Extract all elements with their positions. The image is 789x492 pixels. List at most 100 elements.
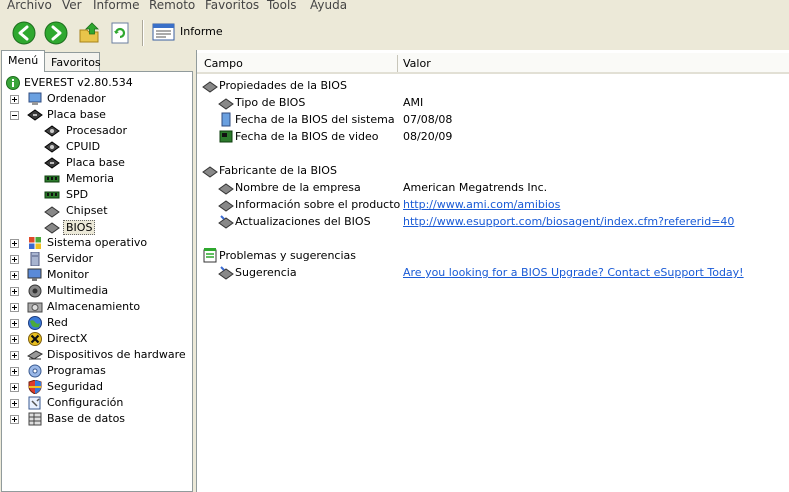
menu-tools[interactable]: Tools [267,0,297,12]
field-value: 07/08/08 [403,113,453,126]
tree-item-label: Chipset [66,204,108,217]
field-label: Sugerencia [235,266,297,279]
tree-item-label: Red [47,316,68,329]
menu-ver[interactable]: Ver [62,0,82,12]
toolbar-separator [142,20,144,46]
field-value: American Megatrends Inc. [403,181,548,194]
expand-icon[interactable] [10,271,19,280]
motherboard-icon [44,157,60,169]
column-divider[interactable] [397,55,398,72]
column-header: Campo Valor [197,53,789,74]
tree-item-label: Dispositivos de hardware [47,348,186,361]
tree-item-label: CPUID [66,140,101,153]
expand-icon[interactable] [10,255,19,264]
back-button[interactable] [12,21,36,45]
chip-icon [202,81,218,93]
tree-item-label: Base de datos [47,412,126,425]
up-button[interactable] [78,21,102,45]
expand-icon[interactable] [10,351,19,360]
field-label: Tipo de BIOS [235,96,306,109]
tree-item-label-selected: BIOS [63,220,96,235]
notes-icon [203,248,217,263]
tab-favoritos[interactable]: Favoritos [44,52,101,72]
tree-item-label: Ordenador [47,92,106,105]
toolbar: Informe [0,14,789,50]
menu-remoto[interactable]: Remoto [149,0,195,12]
expand-icon[interactable] [10,399,19,408]
informe-button[interactable]: Informe [152,22,223,44]
esupport-link[interactable]: Are you looking for a BIOS Upgrade? Cont… [403,266,744,279]
server-icon [30,252,40,266]
windows-icon [29,237,41,249]
tree-item-label: Memoria [66,172,115,185]
menu-ayuda[interactable]: Ayuda [310,0,347,12]
update-icon [218,215,234,229]
database-icon [28,412,42,426]
cpu-icon [44,125,60,137]
cpu-icon [44,141,60,153]
expand-icon[interactable] [10,335,19,344]
disk-icon [27,302,43,313]
product-info-link[interactable]: http://www.ami.com/amibios [403,198,560,211]
video-card-icon [219,130,233,143]
suggestion-icon [218,266,234,280]
tree-item-label: Sistema operativo [47,236,148,249]
expand-icon[interactable] [10,367,19,376]
expand-icon[interactable] [10,95,19,104]
globe-icon [28,316,42,330]
expand-icon[interactable] [10,239,19,248]
tab-menu[interactable]: Menú [1,50,45,72]
forward-button[interactable] [44,21,68,45]
refresh-button[interactable] [108,21,132,45]
folder-up-icon [79,22,99,43]
hardware-icon [27,350,43,360]
collapse-icon[interactable] [10,111,19,120]
tree-item-label: Multimedia [47,284,109,297]
expand-icon[interactable] [10,287,19,296]
column-valor[interactable]: Valor [403,57,431,70]
section-title: Fabricante de la BIOS [219,164,337,177]
chip-icon [218,200,234,212]
chip-icon [44,206,60,218]
menu-archivo[interactable]: Archivo [7,0,52,12]
navigation-tree: EVEREST v2.80.534 Ordenador Placa base P… [1,71,193,492]
report-panel: Campo Valor Propiedades de la BIOS Tipo … [196,50,789,492]
menu-informe[interactable]: Informe [93,0,140,12]
column-campo[interactable]: Campo [204,57,243,70]
expand-icon[interactable] [10,383,19,392]
tree-item-label: Placa base [47,108,106,121]
motherboard-icon [27,109,43,121]
bios-update-link[interactable]: http://www.esupport.com/biosagent/index.… [403,215,734,228]
tree-item-label: Programas [47,364,106,377]
chip-icon [218,98,234,110]
field-value: 08/20/09 [403,130,453,143]
informe-label: Informe [180,25,223,38]
tab-favoritos-label: Favoritos [51,56,101,69]
shield-icon [28,380,42,394]
expand-icon[interactable] [10,319,19,328]
info-icon [6,76,20,90]
tree-item-label: Seguridad [47,380,103,393]
field-label: Fecha de la BIOS de video [235,130,379,143]
tree-item-label: Almacenamiento [47,300,141,313]
tree-item-label: Procesador [66,124,127,137]
tree-item-label: Monitor [47,268,89,281]
back-arrow-icon [12,21,36,45]
directx-icon [28,332,42,346]
refresh-icon [111,22,129,44]
menu-favoritos[interactable]: Favoritos [205,0,259,12]
menu-bar: Archivo Ver Informe Remoto Favoritos Too… [0,0,789,14]
tree-item-label: DirectX [47,332,88,345]
expand-icon[interactable] [10,303,19,312]
tree-item-label: Servidor [47,252,94,265]
chip-icon [202,166,218,178]
expand-icon[interactable] [10,415,19,424]
section-title: Propiedades de la BIOS [219,79,347,92]
monitor-icon [27,268,42,281]
chip-icon [44,222,60,234]
chip-icon [218,183,234,195]
memory-icon [44,191,60,199]
field-label: Fecha de la BIOS del sistema [235,113,395,126]
config-icon [28,396,41,410]
forward-arrow-icon [44,21,68,45]
